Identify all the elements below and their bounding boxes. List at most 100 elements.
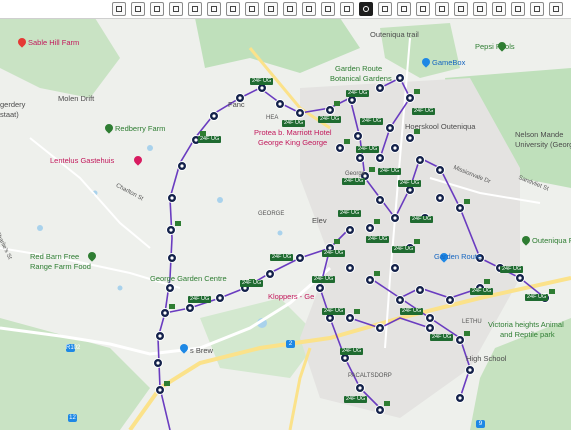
bus-stop-marker[interactable] <box>465 365 475 375</box>
bus-stop-marker[interactable] <box>335 139 351 153</box>
copy-icon[interactable] <box>397 2 411 16</box>
bus-stop-marker[interactable] <box>390 263 400 273</box>
bus-stop-marker[interactable] <box>375 323 385 333</box>
stack-icon[interactable] <box>378 2 392 16</box>
bus-stop-marker[interactable] <box>167 193 177 203</box>
place-label[interactable]: Kloppers - Ge <box>268 292 314 301</box>
map-toolbar <box>0 0 571 19</box>
place-label[interactable]: and Reptile park <box>500 330 555 339</box>
bus-stop-marker[interactable] <box>160 304 176 318</box>
place-label[interactable]: Pepsi Pools <box>475 42 515 51</box>
place-label[interactable]: Outeniqua Fa <box>532 236 571 245</box>
window-icon[interactable] <box>530 2 544 16</box>
place-label[interactable]: Nelson Mande <box>515 130 563 139</box>
place-label[interactable]: s Brew <box>190 346 213 355</box>
place-label[interactable]: Garden Route <box>335 64 382 73</box>
print-icon[interactable] <box>435 2 449 16</box>
bus-stop-marker[interactable] <box>390 213 400 223</box>
bus-stop-marker[interactable] <box>345 225 355 235</box>
bus-stop-marker[interactable] <box>435 193 445 203</box>
layers-icon[interactable] <box>112 2 126 16</box>
place-label[interactable]: George Garden Centre <box>150 274 227 283</box>
photo-icon[interactable] <box>416 2 430 16</box>
bus-stop-marker[interactable] <box>355 383 365 393</box>
bus-stop-marker[interactable] <box>345 263 355 273</box>
rotate-right-icon[interactable] <box>302 2 316 16</box>
place-label[interactable]: Sable Hill Farm <box>28 38 79 47</box>
swap-icon[interactable] <box>226 2 240 16</box>
rotate-left-icon[interactable] <box>264 2 278 16</box>
refresh-icon[interactable] <box>340 2 354 16</box>
place-label[interactable]: Red Barn Free <box>30 252 79 261</box>
expand-icon[interactable] <box>188 2 202 16</box>
place-label[interactable]: Redberry Farm <box>115 124 165 133</box>
bus-stop-marker[interactable] <box>167 253 177 263</box>
bus-stop-marker[interactable] <box>365 271 381 285</box>
bus-stop-marker[interactable] <box>315 283 325 293</box>
bus-stop-marker[interactable] <box>185 303 195 313</box>
bus-stop-marker[interactable] <box>385 123 395 133</box>
bus-stop-marker[interactable] <box>415 155 425 165</box>
bus-stop-marker[interactable] <box>295 108 305 118</box>
place-label[interactable]: Range Farm Food <box>30 262 91 271</box>
bus-stop-marker[interactable] <box>425 313 435 323</box>
bus-stop-marker[interactable] <box>445 295 455 305</box>
place-label[interactable]: Garden Route <box>434 252 481 261</box>
bus-stop-marker[interactable] <box>435 165 445 175</box>
place-label[interactable]: Lentelus Gastehuis <box>50 156 114 165</box>
add-icon[interactable] <box>169 2 183 16</box>
bus-stop-marker[interactable] <box>375 401 391 415</box>
bus-stop-marker[interactable] <box>355 153 365 163</box>
bus-stop-marker[interactable] <box>155 381 171 395</box>
bus-stop-marker[interactable] <box>425 323 435 333</box>
place-label[interactable]: Hoerskool Outeniqua <box>405 122 475 131</box>
bus-stop-marker[interactable] <box>153 358 163 368</box>
share-icon[interactable] <box>511 2 525 16</box>
route-icon[interactable] <box>359 2 373 16</box>
place-label[interactable]: Victoria heights Animal <box>488 320 564 329</box>
place-label[interactable]: Protea b. Marriott Hotel <box>254 128 332 137</box>
place-label[interactable]: High School <box>466 354 506 363</box>
place-label[interactable]: GameBox <box>432 58 465 67</box>
place-label[interactable]: Botanical Gardens <box>330 74 392 83</box>
bus-stop-marker[interactable] <box>375 153 385 163</box>
bus-stop-marker[interactable] <box>165 283 175 293</box>
document-icon[interactable] <box>150 2 164 16</box>
tree-icon[interactable] <box>207 2 221 16</box>
bus-stop-marker[interactable] <box>155 331 165 341</box>
panel-icon[interactable] <box>549 2 563 16</box>
bus-stop-marker[interactable] <box>415 285 425 295</box>
place-label[interactable]: University (George <box>515 140 571 149</box>
bus-stop-marker[interactable] <box>455 199 471 213</box>
bus-stop-marker[interactable] <box>345 309 361 323</box>
bus-stop-marker[interactable] <box>365 219 381 233</box>
bus-stop-marker[interactable] <box>395 73 405 83</box>
bus-stop-marker[interactable] <box>375 83 385 93</box>
bus-stop-marker[interactable] <box>353 131 363 141</box>
crop-icon[interactable] <box>283 2 297 16</box>
bus-stop-marker[interactable] <box>390 143 400 153</box>
bus-stop-marker[interactable] <box>215 293 225 303</box>
bus-stop-marker[interactable] <box>375 195 385 205</box>
timer-icon[interactable] <box>321 2 335 16</box>
compare-icon[interactable] <box>473 2 487 16</box>
upload-icon[interactable] <box>454 2 468 16</box>
place-label[interactable]: George King George <box>258 138 327 147</box>
move-icon[interactable] <box>492 2 506 16</box>
link-icon[interactable] <box>245 2 259 16</box>
grid-icon[interactable] <box>131 2 145 16</box>
bus-stop-marker[interactable] <box>455 331 471 345</box>
bus-stop-marker[interactable] <box>295 253 305 263</box>
bus-stop-marker[interactable] <box>209 111 219 121</box>
bus-stop-marker[interactable] <box>405 129 421 143</box>
bus-stop-marker[interactable] <box>265 269 275 279</box>
bus-stop-marker[interactable] <box>405 89 421 103</box>
bus-stop-marker[interactable] <box>395 295 405 305</box>
bus-stop-marker[interactable] <box>166 221 182 235</box>
bus-stop-marker[interactable] <box>325 101 341 115</box>
bus-stop-marker[interactable] <box>455 393 465 403</box>
map-canvas[interactable]: 24F UG 24F UG 24F UG 24F UG 24F UG 24F UG 24F … <box>0 18 571 430</box>
bus-stop-marker[interactable] <box>515 273 525 283</box>
bus-stop-marker[interactable] <box>275 99 285 109</box>
bus-stop-marker[interactable] <box>177 161 187 171</box>
